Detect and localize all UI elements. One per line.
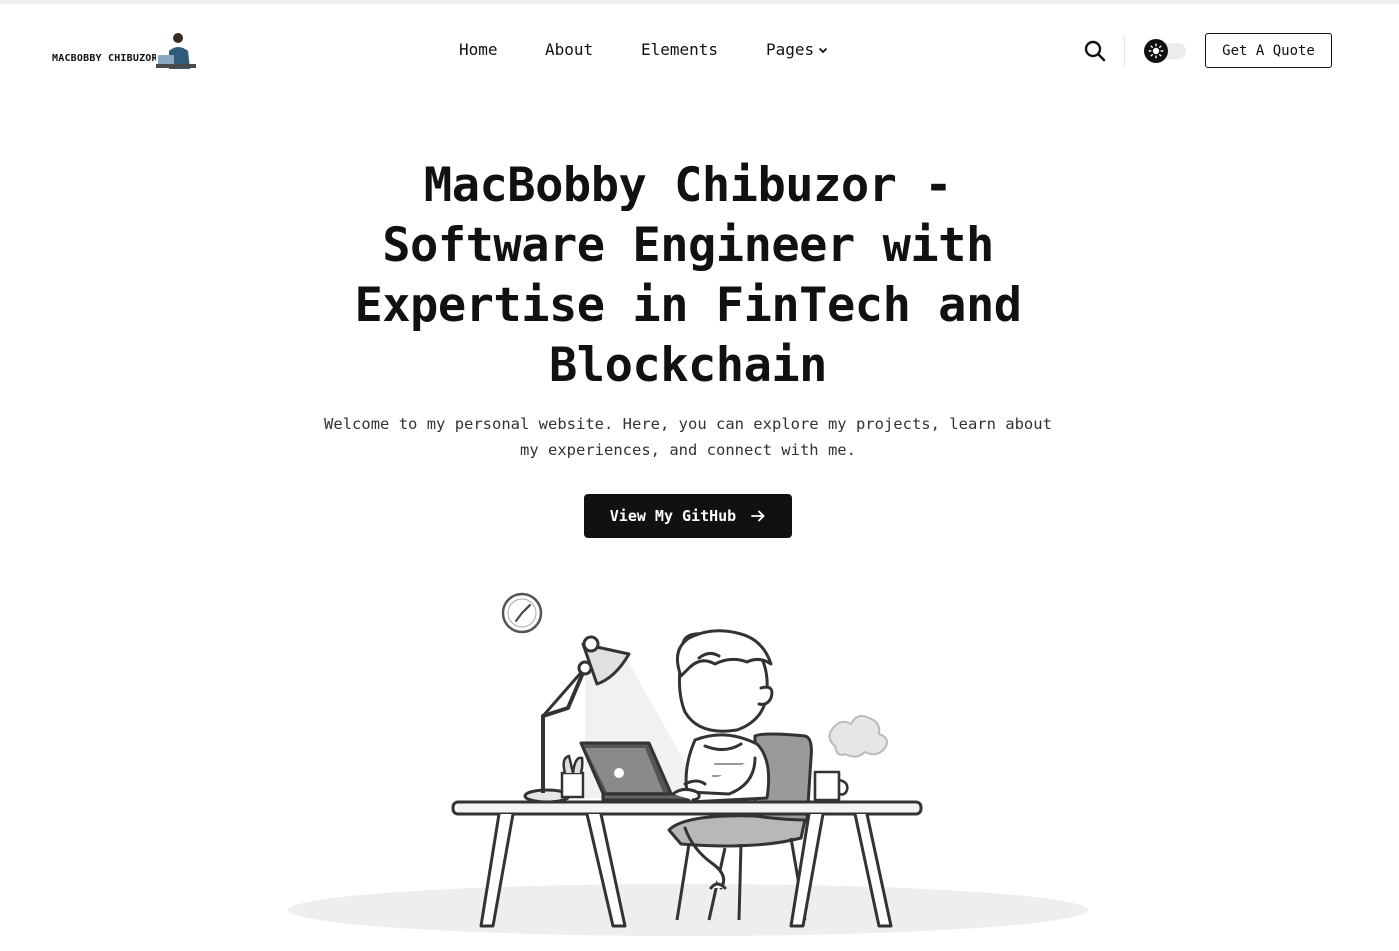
site-logo[interactable]: MACBOBBY CHIBUZOR [52,29,196,69]
hero-subtitle: Welcome to my personal website. Here, yo… [324,415,1052,459]
get-quote-button[interactable]: Get A Quote [1205,33,1332,68]
view-github-label: View My GitHub [609,507,737,525]
nav-about[interactable]: About [545,40,641,59]
developer-desk-illustration [288,592,1088,936]
sun-icon [1148,43,1164,59]
nav-elements[interactable]: Elements [641,40,766,59]
top-border [0,0,1399,4]
view-github-button[interactable]: View My GitHub [584,494,792,538]
logo-avatar-icon [155,29,196,69]
nav-pages-label: Pages [766,40,815,59]
coffee-mug [813,715,888,802]
plant-pot [560,754,585,799]
arrow-right-icon [751,510,765,522]
chevron-down-icon [819,47,828,53]
hero-title: MacBobby Chibuzor - Software Engineer wi… [354,158,1022,393]
nav-home[interactable]: Home [459,40,545,59]
toggle-knob [1144,39,1168,63]
theme-toggle[interactable] [1144,38,1188,64]
nav-pages[interactable]: Pages [766,40,828,59]
main-nav: Home About Elements Pages [459,40,828,59]
logo-text: MACBOBBY CHIBUZOR [52,53,158,64]
search-icon[interactable] [1083,39,1107,63]
clock-icon [501,592,543,634]
header-divider [1124,36,1125,66]
